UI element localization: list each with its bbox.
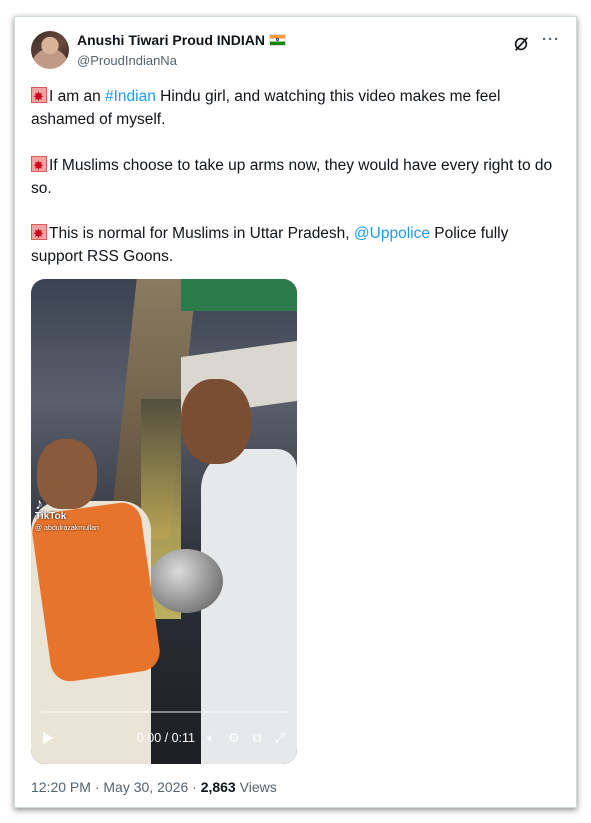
mention-uppolice-link[interactable]: @Uppolice <box>354 225 430 242</box>
video-controls: 0:00 / 0:11 🔈︎ ⚙ ⧉ ⤢ <box>43 727 287 749</box>
grok-icon[interactable] <box>512 35 530 53</box>
volume-icon[interactable]: 🔈︎ <box>204 730 218 746</box>
tweet-paragraph-1: I am an #Indian Hindu girl, and watching… <box>31 85 561 131</box>
author-name[interactable]: Anushi Tiwari Proud INDIAN <box>77 32 265 48</box>
tweet-date[interactable]: May 30, 2026 <box>103 779 188 795</box>
video-progress-bar[interactable] <box>41 711 287 713</box>
paragraph-text: If Muslims choose to take up arms now, t… <box>31 157 553 197</box>
tiktok-watermark: ♪ TikTok @ abdulrazakmullan <box>35 496 99 534</box>
video-frame-awning <box>181 279 297 311</box>
author-name-line[interactable]: Anushi Tiwari Proud INDIAN <box>77 32 286 48</box>
more-options-icon[interactable]: ··· <box>542 31 560 48</box>
play-icon[interactable] <box>43 732 53 744</box>
video-frame-pot <box>149 549 223 613</box>
picture-in-picture-icon[interactable]: ⧉ <box>250 730 264 746</box>
tiktok-brand: TikTok <box>35 511 67 522</box>
tweet-paragraph-2: If Muslims choose to take up arms now, t… <box>31 154 561 200</box>
tweet-header: Anushi Tiwari Proud INDIAN @ProudIndianN… <box>31 31 560 75</box>
police-siren-icon <box>31 154 47 177</box>
views-label: Views <box>239 779 277 795</box>
tweet-time[interactable]: 12:20 PM <box>31 779 91 795</box>
video-player[interactable]: ♪ TikTok @ abdulrazakmullan 0:00 / 0:11 … <box>31 279 297 764</box>
video-frame-person-right <box>201 449 297 764</box>
tweet-paragraph-3: This is normal for Muslims in Uttar Prad… <box>31 222 561 268</box>
tweet-meta: 12:20 PM · May 30, 2026 · 2,863 Views <box>31 779 277 795</box>
author-handle[interactable]: @ProudIndianNa <box>77 53 177 68</box>
tiktok-user: @ abdulrazakmullan <box>35 525 99 532</box>
settings-gear-icon[interactable]: ⚙ <box>227 730 241 746</box>
india-flag-icon <box>268 34 286 46</box>
police-siren-icon <box>31 222 47 245</box>
paragraph-text: I am an <box>49 88 105 105</box>
tiktok-logo-icon: ♪ <box>35 496 43 513</box>
avatar[interactable] <box>31 31 69 69</box>
fullscreen-icon[interactable]: ⤢ <box>273 730 287 746</box>
police-siren-icon <box>31 85 47 108</box>
video-time: 0:00 / 0:11 <box>136 731 195 745</box>
views-count: 2,863 <box>200 779 236 795</box>
video-frame-person-right-head <box>181 379 251 464</box>
paragraph-text: This is normal for Muslims in Uttar Prad… <box>49 225 354 242</box>
hashtag-indian-link[interactable]: #Indian <box>105 88 156 105</box>
tweet-card: Anushi Tiwari Proud INDIAN @ProudIndianN… <box>14 16 577 808</box>
